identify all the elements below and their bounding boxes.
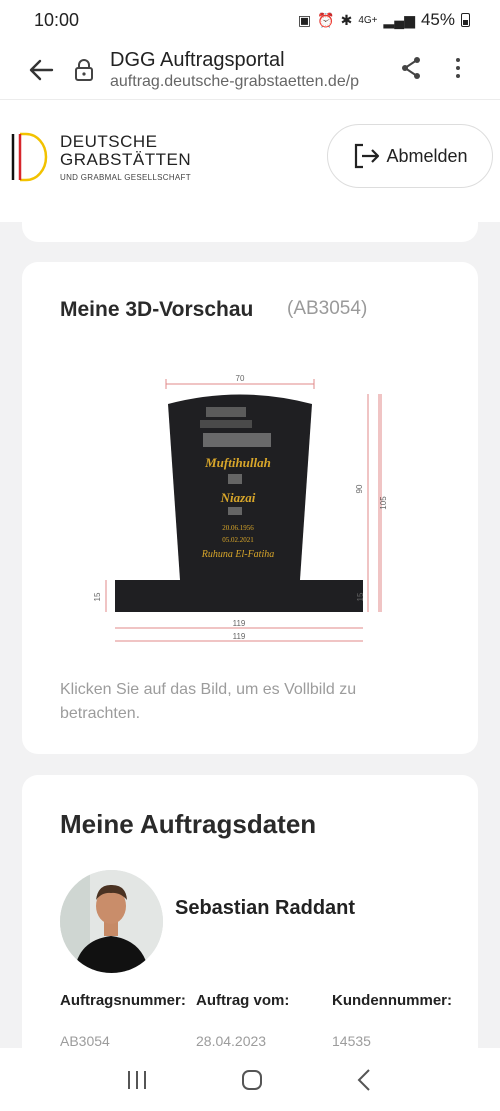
order-date-value: 28.04.2023 — [196, 1033, 267, 1049]
previous-card-bottom — [22, 210, 478, 242]
preview-order-code: (AB3054) — [287, 298, 368, 319]
logo-line2: GRABSTÄTTEN — [60, 149, 192, 169]
sim-icon: ▣ — [297, 11, 312, 28]
inscription-died: 05.02.2021 — [222, 536, 254, 544]
site-header: DEUTSCHE GRABSTÄTTEN UND GRABMAL GESELLS… — [0, 100, 500, 222]
order-date-label: Auftrag vom: — [196, 992, 290, 1009]
fullscreen-hint: Klicken Sie auf das Bild, um es Vollbild… — [60, 681, 357, 722]
gravestone-preview-image[interactable]: 70 Muftihullah Niazai 20.06.1956 05.02.2… — [88, 367, 388, 657]
company-logo[interactable]: DEUTSCHE GRABSTÄTTEN UND GRABMAL GESELLS… — [10, 130, 191, 184]
browser-toolbar: DGG Auftragsportal auftrag.deutsche-grab… — [0, 40, 500, 100]
customer-avatar — [60, 870, 163, 973]
status-bar: 10:00 ▣ ⏰ ✱ 4G+ ▂▄▆ 45% — [0, 0, 500, 40]
order-data-card: Meine Auftragsdaten Sebastian Raddant Au… — [22, 775, 478, 1075]
alarm-icon: ⏰ — [317, 11, 335, 28]
dim-base-width-1: 119 — [233, 619, 246, 628]
order-number-value: AB3054 — [60, 1033, 110, 1049]
battery-level: 45% — [420, 10, 455, 29]
order-data-title: Meine Auftragsdaten — [60, 809, 317, 839]
page-title: DGG Auftragsportal — [110, 48, 285, 71]
dim-height-inner: 90 — [355, 484, 364, 493]
logout-icon — [355, 143, 380, 169]
logo-subtitle: UND GRABMAL GESELLSCHAFT — [60, 172, 191, 182]
recent-apps-icon[interactable] — [125, 1069, 149, 1091]
back-nav-icon[interactable] — [355, 1068, 375, 1092]
lock-icon[interactable] — [74, 58, 94, 82]
back-arrow-icon[interactable] — [28, 59, 56, 81]
preview-title: Meine 3D-Vorschau — [60, 298, 254, 321]
inscription-name1: Muftihullah — [204, 455, 271, 470]
preview-card: Meine 3D-Vorschau (AB3054) 70 Muftihulla… — [22, 262, 478, 754]
logo-line1: DEUTSCHE — [60, 131, 158, 151]
order-number-label: Auftragsnummer: — [60, 992, 186, 1009]
bluetooth-icon: ✱ — [340, 11, 353, 28]
status-icons: ▣ ⏰ ✱ 4G+ ▂▄▆ 45% — [298, 10, 470, 30]
dim-base-width-2: 119 — [233, 632, 246, 641]
url-text: auftrag.deutsche-grabstaetten.de/p — [110, 72, 360, 90]
dim-base-height-right: 15 — [356, 592, 365, 601]
status-time: 10:00 — [34, 9, 80, 30]
address-bar[interactable]: DGG Auftragsportal auftrag.deutsche-grab… — [110, 48, 380, 92]
dim-base-height-left: 15 — [93, 592, 102, 601]
customer-number-value: 14535 — [332, 1033, 371, 1049]
battery-icon — [461, 13, 470, 27]
signal-icon: ▂▄▆ — [383, 11, 415, 28]
more-menu-icon[interactable] — [448, 54, 468, 82]
network-label: 4G+ — [358, 14, 378, 26]
inscription-name2: Niazai — [220, 490, 256, 505]
logout-label: Abmelden — [386, 145, 468, 166]
dim-top-width: 70 — [236, 374, 245, 383]
inscription-born: 20.06.1956 — [222, 524, 254, 532]
customer-name: Sebastian Raddant — [175, 897, 356, 919]
customer-number-label: Kundennummer: — [332, 992, 452, 1009]
logo-mark-icon — [11, 132, 48, 182]
share-icon[interactable] — [400, 56, 422, 85]
logout-button[interactable]: Abmelden — [327, 124, 493, 188]
home-icon[interactable] — [240, 1068, 264, 1092]
inscription-epitaph: Ruhuna El-Fatiha — [201, 549, 275, 560]
system-navigation-bar — [0, 1048, 500, 1111]
dim-height-total: 105 — [379, 496, 388, 510]
